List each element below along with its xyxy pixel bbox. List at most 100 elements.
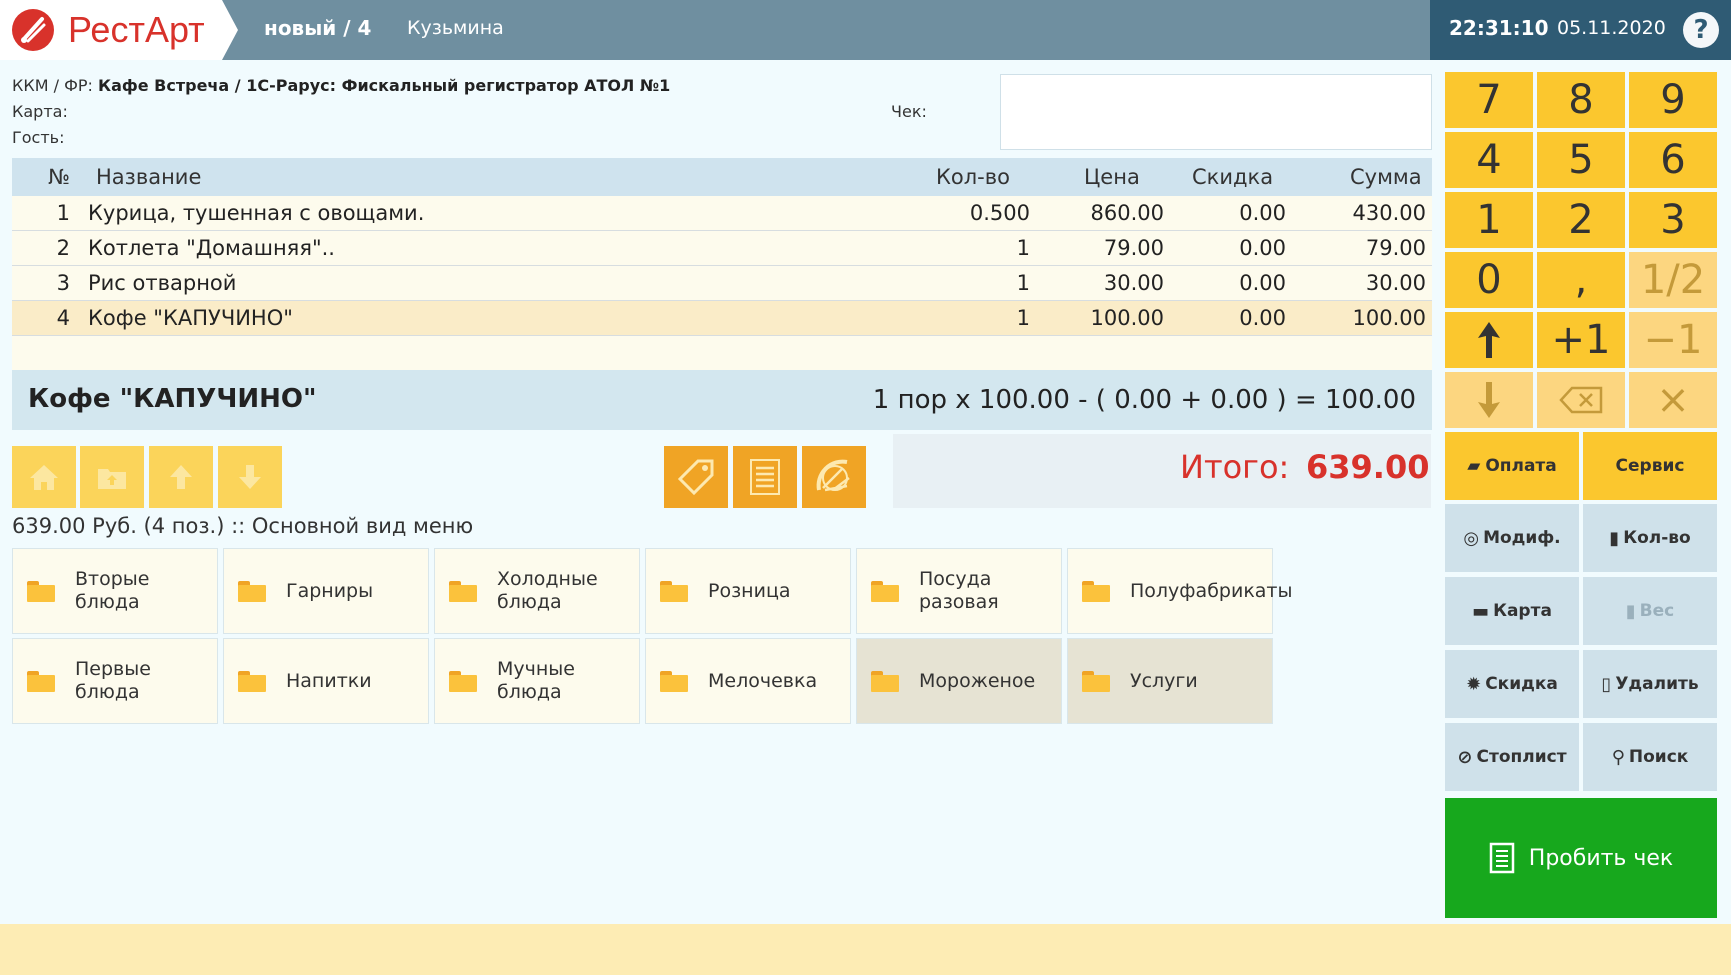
category-label: Полуфабрикаты [1130,579,1293,602]
move-down-button[interactable] [218,446,282,508]
home-button[interactable] [12,446,76,508]
category-label: Услуги [1130,669,1198,692]
category-label: Мороженое [919,669,1036,692]
row-qty: 1 [1016,236,1030,260]
folder-icon [27,581,55,602]
prohibited-icon: ⊘ [1457,746,1473,768]
order-number[interactable]: новый / 4 [264,16,371,40]
category-posuda-razovaya[interactable]: Посуда разовая [856,548,1062,634]
category-label: Вторые блюда [75,568,150,613]
delete-button[interactable]: ▯ Удалить [1583,650,1717,718]
category-roznitsa[interactable]: Розница [645,548,851,634]
row-qty: 0.500 [969,201,1030,225]
category-uslugi[interactable]: Услуги [1067,638,1273,724]
app-name: РестАрт [68,9,205,50]
total-label: Итого: [1180,448,1290,486]
key-9[interactable]: 9 [1629,72,1717,128]
key-backspace[interactable] [1537,372,1625,428]
table-row[interactable]: 3 Рис отварной 1 30.00 0.00 30.00 [12,266,1432,301]
weight-button[interactable]: ▮ Вес [1583,577,1717,645]
col-no: № [48,165,70,189]
key-down[interactable] [1445,372,1533,428]
receipt-icon [1489,842,1515,874]
category-vtorye-blyuda[interactable]: Вторые блюда [12,548,218,634]
key-1[interactable]: 1 [1445,192,1533,248]
total-value: 639.00 [1306,448,1430,486]
check-field[interactable] [1000,74,1432,150]
key-plus-one[interactable]: +1 [1537,312,1625,368]
category-label: Первые блюда [75,658,151,703]
row-discount: 0.00 [1239,271,1286,295]
category-melochevka[interactable]: Мелочевка [645,638,851,724]
category-label: Холодные блюда [497,568,598,613]
quantity-button[interactable]: ▮ Кол-во [1583,504,1717,572]
search-label: Поиск [1628,747,1689,767]
category-holodnye-blyuda[interactable]: Холодные блюда [434,548,640,634]
move-up-button[interactable] [149,446,213,508]
folder-icon [238,581,266,602]
key-comma[interactable]: , [1537,252,1625,308]
category-garniry[interactable]: Гарниры [223,548,429,634]
key-minus-one[interactable]: −1 [1629,312,1717,368]
key-half[interactable]: 1/2 [1629,252,1717,308]
key-5[interactable]: 5 [1537,132,1625,188]
category-muchnye-blyuda[interactable]: Мучные блюда [434,638,640,724]
key-7[interactable]: 7 [1445,72,1533,128]
item-detail-formula: 1 пор x 100.00 - ( 0.00 + 0.00 ) = 100.0… [872,385,1416,415]
folder-icon [1082,581,1110,602]
card-button[interactable]: ▬ Карта [1445,577,1579,645]
row-name: Котлета "Домашняя".. [88,236,335,260]
price-tag-button[interactable] [664,446,728,508]
discount-button[interactable]: ✹ Скидка [1445,650,1579,718]
modifiers-button[interactable]: ◎ Модиф. [1445,504,1579,572]
key-0[interactable]: 0 [1445,252,1533,308]
search-icon: ⚲ [1611,746,1625,768]
help-button[interactable]: ? [1683,12,1719,48]
waiter-name[interactable]: Кузьмина [407,17,504,39]
category-label: Посуда разовая [919,568,999,613]
folder-up-button[interactable] [80,446,144,508]
category-pervye-blyuda[interactable]: Первые блюда [12,638,218,724]
citrus-button[interactable] [802,446,866,508]
arrow-up-icon [170,465,192,489]
category-label: Напитки [286,669,372,692]
category-napitki[interactable]: Напитки [223,638,429,724]
key-4[interactable]: 4 [1445,132,1533,188]
backspace-icon [1559,386,1603,414]
folder-icon [238,671,266,692]
folder-icon [449,581,477,602]
key-6[interactable]: 6 [1629,132,1717,188]
row-discount: 0.00 [1239,236,1286,260]
row-discount: 0.00 [1239,201,1286,225]
col-qty: Кол-во [936,165,1010,189]
search-button[interactable]: ⚲ Поиск [1583,723,1717,791]
col-name: Название [96,165,202,189]
payment-button[interactable]: ▰ Оплата [1445,432,1579,500]
price-tag-icon [677,459,714,496]
service-label: Сервис [1615,456,1685,476]
category-polufabrikaty[interactable]: Полуфабрикаты [1067,548,1293,634]
item-detail-name: Кофе "КАПУЧИНО" [28,384,317,414]
kkm-info: ККМ / ФР: Кафе Встреча / 1С-Рарус: Фиска… [12,76,670,95]
folder-icon [27,671,55,692]
stoplist-button[interactable]: ⊘ Стоплист [1445,723,1579,791]
key-3[interactable]: 3 [1629,192,1717,248]
guest-label: Гость: [12,128,65,147]
category-morozhenoe[interactable]: Мороженое [856,638,1062,724]
service-button[interactable]: Сервис [1583,432,1717,500]
row-sum: 430.00 [1352,201,1426,225]
arrow-down-icon [1478,382,1500,418]
table-row-selected[interactable]: 4 Кофе "КАПУЧИНО" 1 100.00 0.00 100.00 [12,301,1432,336]
key-up[interactable] [1445,312,1533,368]
key-clear[interactable]: × [1629,372,1717,428]
row-sum: 30.00 [1365,271,1426,295]
folder-icon [871,671,899,692]
key-8[interactable]: 8 [1537,72,1625,128]
table-row[interactable]: 2 Котлета "Домашняя".. 1 79.00 0.00 79.0… [12,231,1432,266]
row-qty: 1 [1016,271,1030,295]
table-row[interactable]: 1 Курица, тушенная с овощами. 0.500 860.… [12,196,1432,231]
print-check-button[interactable]: Пробить чек [1445,798,1717,918]
key-2[interactable]: 2 [1537,192,1625,248]
folder-up-icon [98,469,126,489]
list-view-button[interactable] [733,446,797,508]
